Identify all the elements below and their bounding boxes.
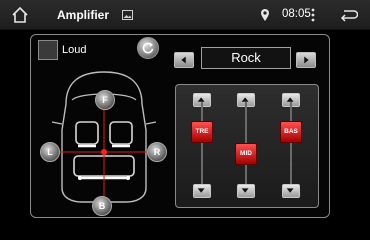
mid-down-button[interactable]: [237, 184, 255, 198]
preset-next-button[interactable]: [296, 52, 316, 68]
car-diagram[interactable]: [44, 60, 164, 210]
treble-down-button[interactable]: [193, 184, 211, 198]
treble-slider-knob[interactable]: TRE: [191, 121, 213, 143]
page-title: Amplifier: [57, 8, 110, 22]
left-button[interactable]: L: [40, 142, 60, 162]
treble-track[interactable]: [201, 102, 203, 184]
home-icon[interactable]: [11, 6, 29, 24]
location-icon: [261, 9, 269, 21]
triangle-down-icon: [286, 188, 294, 193]
bass-slider-knob[interactable]: BAS: [280, 121, 302, 143]
reset-button[interactable]: [137, 37, 159, 59]
image-icon: [122, 10, 133, 20]
preset-name: Rock: [201, 47, 291, 69]
front-right-seat: [109, 121, 133, 145]
arrow-left-icon: [181, 56, 186, 64]
back-button[interactable]: B: [92, 196, 112, 216]
arrow-right-icon: [304, 56, 309, 64]
triangle-down-icon: [197, 188, 205, 193]
bass-track[interactable]: [290, 102, 292, 184]
balance-point: [101, 149, 107, 155]
refresh-icon: [142, 42, 154, 54]
loud-checkbox[interactable]: [38, 40, 58, 60]
more-icon[interactable]: [310, 7, 316, 23]
back-icon[interactable]: [340, 8, 358, 22]
front-button[interactable]: F: [95, 90, 115, 110]
loud-label: Loud: [62, 44, 87, 56]
right-button[interactable]: R: [147, 142, 167, 162]
front-left-seat: [75, 121, 99, 145]
clock-time: 08:05: [282, 8, 311, 20]
preset-prev-button[interactable]: [174, 52, 194, 68]
triangle-down-icon: [241, 188, 249, 193]
mid-slider-knob[interactable]: MID: [235, 143, 257, 165]
status-bar: Amplifier 08:05: [0, 0, 370, 30]
bass-down-button[interactable]: [282, 184, 300, 198]
